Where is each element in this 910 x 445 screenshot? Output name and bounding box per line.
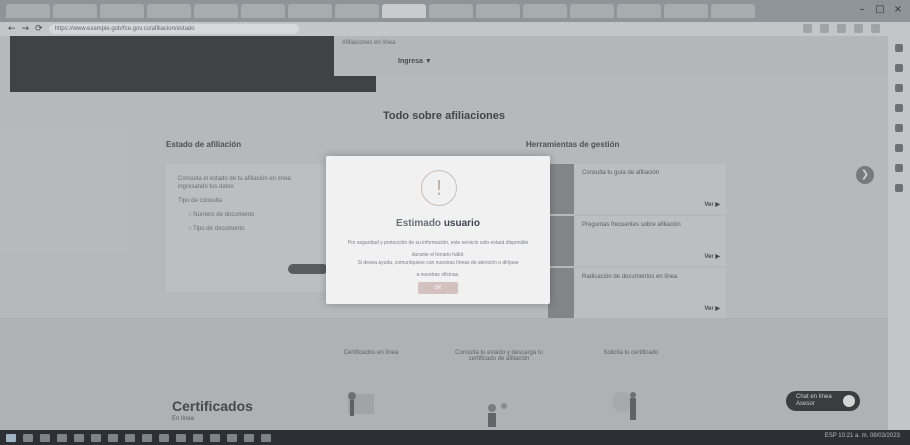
dialog-text: durante el horario hábil. <box>411 252 465 258</box>
app-icon[interactable] <box>57 433 67 442</box>
app-icon[interactable] <box>108 433 118 442</box>
browser-tab[interactable] <box>288 4 332 18</box>
profile-icon[interactable] <box>854 24 863 33</box>
start-icon[interactable] <box>6 433 16 442</box>
dialog-title-plain: Estimado <box>396 218 444 229</box>
forward-arrow-icon[interactable]: → <box>22 24 30 34</box>
app-icon[interactable] <box>125 433 135 442</box>
app-icon[interactable] <box>193 433 203 442</box>
browser-tab-bar: – □ × <box>0 0 910 22</box>
browser-tab[interactable] <box>100 4 144 18</box>
star-icon[interactable] <box>803 24 812 33</box>
browser-tab[interactable] <box>194 4 238 18</box>
search-icon[interactable] <box>23 433 33 442</box>
browser-tab[interactable] <box>711 4 755 18</box>
address-bar-icons <box>803 24 880 33</box>
browser-tab[interactable] <box>429 4 473 18</box>
sidebar-office-icon[interactable] <box>895 144 903 152</box>
extension-icon[interactable] <box>820 24 829 33</box>
dialog-text: Por seguridad y protección de su informa… <box>347 240 529 246</box>
app-icon[interactable] <box>244 433 254 442</box>
browser-tab[interactable] <box>241 4 285 18</box>
sidebar-games-icon[interactable] <box>895 124 903 132</box>
url-field[interactable]: https://www.example.gob/fce.gov.co/afili… <box>48 24 299 34</box>
sidebar-tools-icon[interactable] <box>895 104 903 112</box>
system-tray[interactable]: ESP 10:21 a. m. 08/03/2023 <box>825 433 900 439</box>
dialog-title-accent: usuario <box>443 218 480 229</box>
minimize-icon[interactable]: – <box>856 4 868 16</box>
browser-tab-active[interactable] <box>382 4 426 18</box>
browser-tab[interactable] <box>147 4 191 18</box>
browser-tab[interactable] <box>53 4 97 18</box>
browser-side-rail <box>888 36 910 430</box>
browser-tab[interactable] <box>6 4 50 18</box>
app-icon[interactable] <box>176 433 186 442</box>
ok-button[interactable]: OK <box>418 282 458 294</box>
browser-tab[interactable] <box>570 4 614 18</box>
browser-tab[interactable] <box>476 4 520 18</box>
warning-icon: ! <box>421 170 457 206</box>
sidebar-search-icon[interactable] <box>895 44 903 52</box>
sidebar-shopping-icon[interactable] <box>895 84 903 92</box>
browser-tab[interactable] <box>523 4 567 18</box>
reload-icon[interactable]: ⟳ <box>35 24 43 34</box>
browser-tab[interactable] <box>617 4 661 18</box>
dialog-text: a nuestras oficinas. <box>416 272 460 278</box>
browser-tab[interactable] <box>335 4 379 18</box>
dialog-text: Si desea ayuda, comuníquese con nuestras… <box>357 260 519 266</box>
app-icon[interactable] <box>227 433 237 442</box>
address-bar: ← → ⟳ https://www.example.gob/fce.gov.co… <box>0 22 910 36</box>
app-icon[interactable] <box>261 433 271 442</box>
browser-tab[interactable] <box>664 4 708 18</box>
menu-icon[interactable] <box>871 24 880 33</box>
sidebar-add-icon[interactable] <box>895 184 903 192</box>
app-icon[interactable] <box>142 433 152 442</box>
sidebar-outlook-icon[interactable] <box>895 164 903 172</box>
task-view-icon[interactable] <box>40 433 50 442</box>
alert-dialog: ! Estimado usuario Por seguridad y prote… <box>326 156 550 304</box>
extension-icon[interactable] <box>837 24 846 33</box>
app-icon[interactable] <box>74 433 84 442</box>
app-icon[interactable] <box>210 433 220 442</box>
dialog-title: Estimado usuario <box>326 218 550 229</box>
close-icon[interactable]: × <box>892 4 904 16</box>
maximize-icon[interactable]: □ <box>874 4 886 16</box>
window-controls: – □ × <box>856 4 904 16</box>
os-taskbar: ESP 10:21 a. m. 08/03/2023 <box>0 430 910 445</box>
sidebar-pen-icon[interactable] <box>895 64 903 72</box>
app-icon[interactable] <box>91 433 101 442</box>
back-arrow-icon[interactable]: ← <box>8 24 16 34</box>
app-icon[interactable] <box>159 433 169 442</box>
